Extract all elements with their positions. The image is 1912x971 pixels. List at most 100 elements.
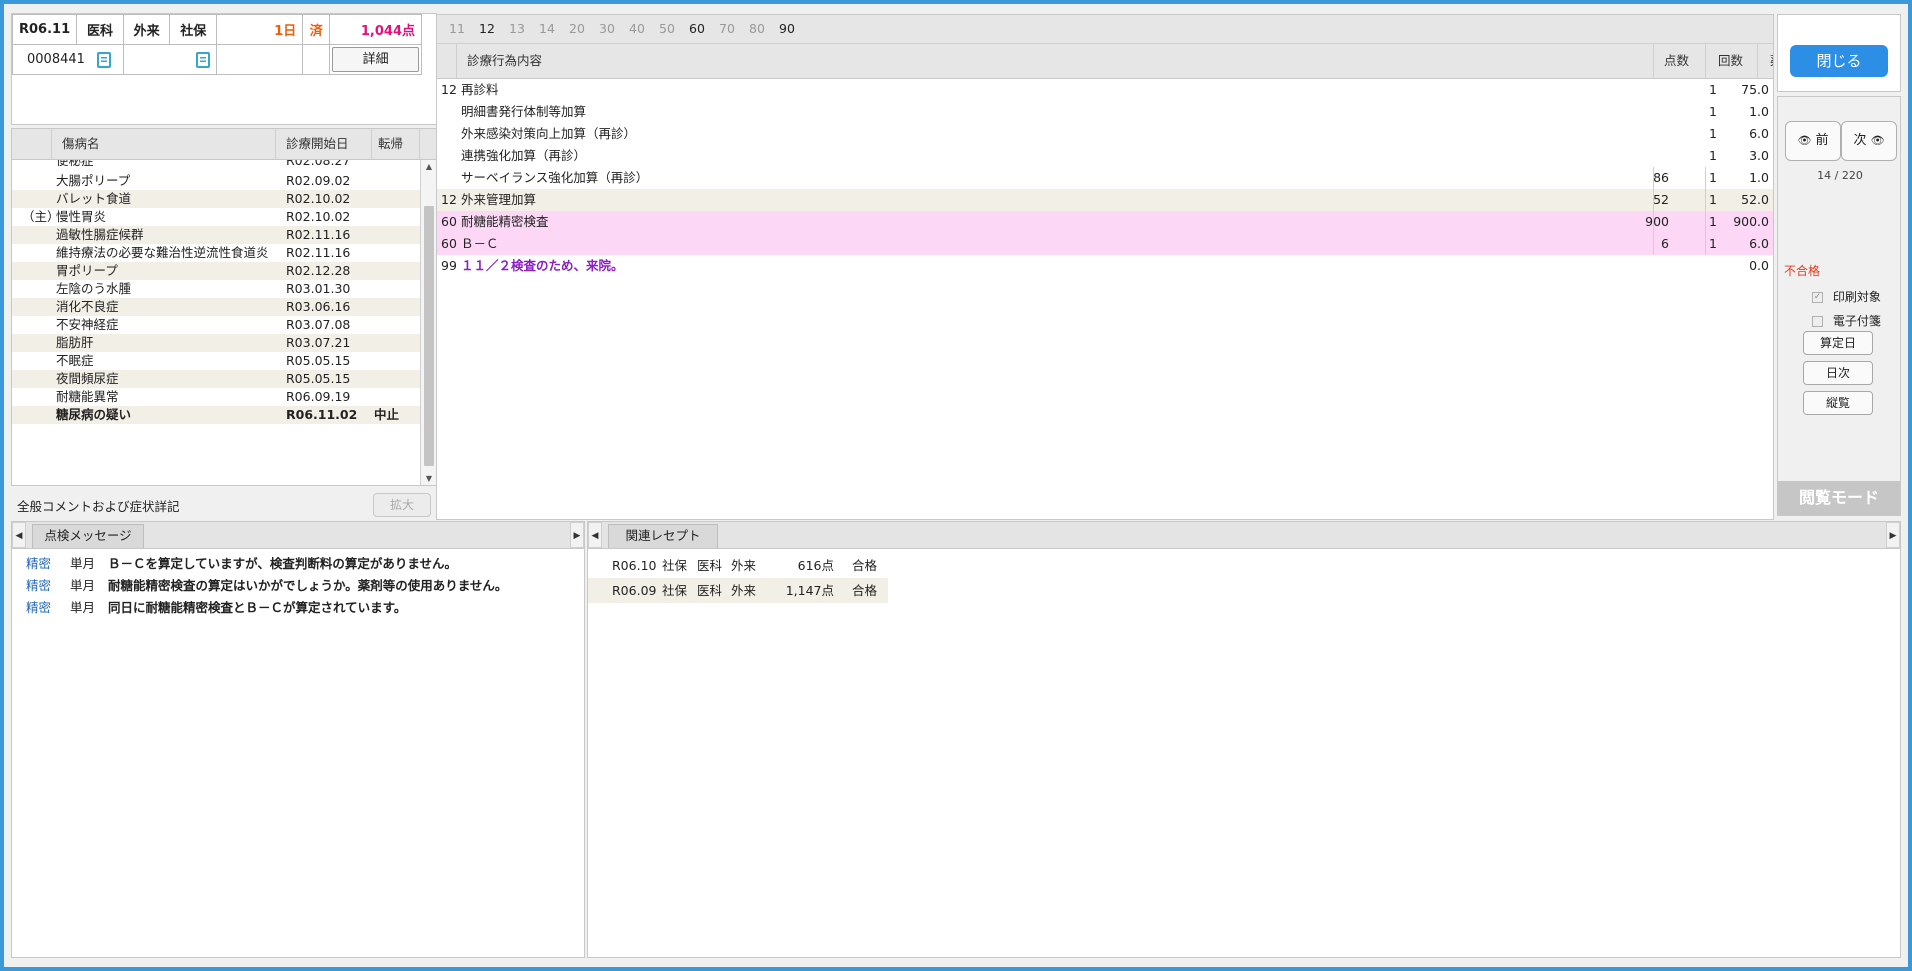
disease-date: R06.09.19 — [286, 389, 351, 404]
receipt-result: 合格 — [852, 583, 878, 598]
e-tag-option[interactable]: 電子付箋 — [1812, 312, 1881, 329]
app-frame: R06.11 医科 外来 社保 1日 済 1,044点 0008441 詳細 傷… — [4, 4, 1908, 967]
comment-bar: 全般コメントおよび症状詳記 拡大 — [11, 489, 437, 519]
category-tab[interactable]: 20 — [569, 21, 595, 36]
table-row[interactable]: 糖尿病の疑い R06.11.02 中止 — [12, 406, 420, 424]
treatment-price: 1.0 — [1749, 104, 1769, 119]
category-tab[interactable]: 11 — [449, 21, 475, 36]
disease-date: R05.05.15 — [286, 371, 351, 386]
disease-date: R02.10.02 — [286, 191, 351, 206]
header-disease-name[interactable]: 傷病名 — [52, 129, 276, 159]
print-target-option[interactable]: ✓ 印刷対象 — [1812, 288, 1881, 305]
table-row[interactable]: R06.10 社保 医科 外来 616点 合格 — [588, 553, 888, 578]
table-row[interactable]: R06.09 社保 医科 外来 1,147点 合格 — [588, 578, 888, 603]
tab-related-receipts[interactable]: 関連レセプト — [608, 524, 718, 548]
table-row[interactable]: 不安神経症 R03.07.08 — [12, 316, 420, 334]
disease-panel: 傷病名 診療開始日 転帰 便秘症 R02.08.27 大腸ポリープ R02.09.… — [11, 128, 437, 486]
table-row[interactable]: 消化不良症 R03.06.16 — [12, 298, 420, 316]
table-row[interactable]: 連携強化加算（再診） 1 3.0 — [437, 145, 1773, 167]
table-row[interactable]: 12 外来管理加算 52 1 52.0 — [437, 189, 1773, 211]
table-row[interactable]: 耐糖能異常 R06.09.19 — [12, 388, 420, 406]
header-outcome[interactable]: 転帰 — [372, 129, 420, 159]
treatment-content: 再診料 — [461, 82, 499, 97]
table-row[interactable]: 60 耐糖能精密検査 900 1 900.0 — [437, 211, 1773, 233]
disease-scrollbar[interactable]: ▲ ▼ — [420, 160, 436, 485]
table-row[interactable]: 60 Ｂ－Ｃ 6 1 6.0 — [437, 233, 1773, 255]
prev-button[interactable]: 👁 前 — [1785, 121, 1841, 161]
print-target-label: 印刷対象 — [1832, 290, 1881, 304]
receipt-insurance: 社保 — [662, 558, 688, 573]
overview-button[interactable]: 縦覧 — [1803, 391, 1873, 415]
category-tabs: 11 12 13 14 20 30 40 50 60 70 80 90 — [437, 15, 1773, 44]
tab-scroll-left-arrow[interactable]: ◀ — [12, 522, 26, 548]
next-button[interactable]: 次 👁 — [1841, 121, 1897, 161]
treatment-content: １１／２検査のため、来院。 — [461, 258, 624, 273]
document-lines-icon[interactable] — [97, 51, 112, 68]
treatment-code: 60 — [441, 214, 457, 229]
table-row[interactable]: 明細書発行体制等加算 1 1.0 — [437, 101, 1773, 123]
category-tab[interactable]: 13 — [509, 21, 535, 36]
table-row[interactable]: 不眠症 R05.05.15 — [12, 352, 420, 370]
table-row[interactable]: 維持療法の必要な難治性逆流性食道炎 R02.11.16 — [12, 244, 420, 262]
prev-label: 前 — [1815, 133, 1829, 148]
daily-button[interactable]: 日次 — [1803, 361, 1873, 385]
disease-outcome: 中止 — [374, 407, 400, 422]
table-row[interactable]: バレット食道 R02.10.02 — [12, 190, 420, 208]
header-price[interactable]: 薬価 — [1758, 44, 1773, 78]
scroll-up-arrow[interactable]: ▲ — [421, 160, 436, 174]
close-button[interactable]: 閉じる — [1790, 45, 1888, 77]
scroll-down-arrow[interactable]: ▼ — [421, 472, 436, 485]
header-points[interactable]: 点数 — [1654, 44, 1706, 78]
table-row[interactable]: 99 １１／２検査のため、来院。 0.0 — [437, 255, 1773, 277]
category-tab[interactable]: 30 — [599, 21, 625, 36]
header-start-date[interactable]: 診療開始日 — [276, 129, 372, 159]
list-item[interactable]: 精密 単月 耐糖能精密検査の算定はいかがでしょうか。薬剤等の使用ありません。 — [12, 575, 584, 597]
disease-name: 左陰のう水腫 — [56, 281, 132, 296]
disease-name: バレット食道 — [56, 191, 132, 206]
table-row[interactable]: 大腸ポリープ R02.09.02 — [12, 172, 420, 190]
table-row[interactable]: 便秘症 R02.08.27 — [12, 160, 420, 172]
category-tab[interactable]: 70 — [719, 21, 745, 36]
tab-scroll-left-arrow[interactable]: ◀ — [588, 522, 602, 548]
table-row[interactable]: 外来感染対策向上加算（再診） 1 6.0 — [437, 123, 1773, 145]
treatment-count: 1 — [1709, 104, 1717, 119]
header-count[interactable]: 回数 — [1706, 44, 1758, 78]
table-row[interactable]: 過敏性腸症候群 R02.11.16 — [12, 226, 420, 244]
category-tab[interactable]: 12 — [479, 21, 505, 36]
scroll-thumb[interactable] — [424, 206, 434, 466]
disease-table-header: 傷病名 診療開始日 転帰 — [12, 129, 436, 160]
comment-label: 全般コメントおよび症状詳記 — [17, 499, 180, 514]
receipt-points: 616点 — [797, 558, 834, 573]
table-row[interactable]: サーベイランス強化加算（再診） 86 1 1.0 — [437, 167, 1773, 189]
table-row[interactable]: （主） 慢性胃炎 R02.10.02 — [12, 208, 420, 226]
receipt-header-table: R06.11 医科 外来 社保 1日 済 1,044点 0008441 詳細 — [12, 14, 422, 75]
category-tab[interactable]: 14 — [539, 21, 565, 36]
print-target-checkbox[interactable]: ✓ — [1812, 292, 1823, 303]
table-row[interactable]: 胃ポリープ R02.12.28 — [12, 262, 420, 280]
category-tab[interactable]: 80 — [749, 21, 775, 36]
category-tab[interactable]: 60 — [689, 21, 715, 36]
tab-check-messages[interactable]: 点検メッセージ — [32, 524, 144, 548]
category-tab[interactable]: 40 — [629, 21, 655, 36]
tab-scroll-right-arrow[interactable]: ▶ — [1886, 522, 1900, 548]
message-period: 単月 — [70, 556, 96, 571]
header-content[interactable]: 診療行為内容 — [457, 44, 1654, 78]
table-row[interactable]: 左陰のう水腫 R03.01.30 — [12, 280, 420, 298]
table-row[interactable]: 12 再診料 1 75.0 — [437, 79, 1773, 101]
list-item[interactable]: 精密 単月 同日に耐糖能精密検査とＢ－Ｃが算定されています。 — [12, 597, 584, 619]
table-row[interactable]: 脂肪肝 R03.07.21 — [12, 334, 420, 352]
list-item[interactable]: 精密 単月 Ｂ－Ｃを算定していますが、検査判断料の算定がありません。 — [12, 553, 584, 575]
category-tab[interactable]: 50 — [659, 21, 685, 36]
expand-button[interactable]: 拡大 — [373, 493, 431, 517]
e-tag-checkbox[interactable] — [1812, 316, 1823, 327]
calc-date-button[interactable]: 算定日 — [1803, 331, 1873, 355]
tab-scroll-right-arrow[interactable]: ▶ — [570, 522, 584, 548]
category-tab[interactable]: 90 — [779, 21, 805, 36]
detail-button[interactable]: 詳細 — [332, 47, 419, 72]
document-lines-icon[interactable] — [196, 51, 211, 68]
column-divider — [1705, 211, 1706, 233]
treatment-count: 1 — [1709, 82, 1717, 97]
table-row[interactable]: 夜間頻尿症 R05.05.15 — [12, 370, 420, 388]
disease-date: R03.07.21 — [286, 335, 351, 350]
message-text: 耐糖能精密検査の算定はいかがでしょうか。薬剤等の使用ありません。 — [108, 578, 508, 593]
